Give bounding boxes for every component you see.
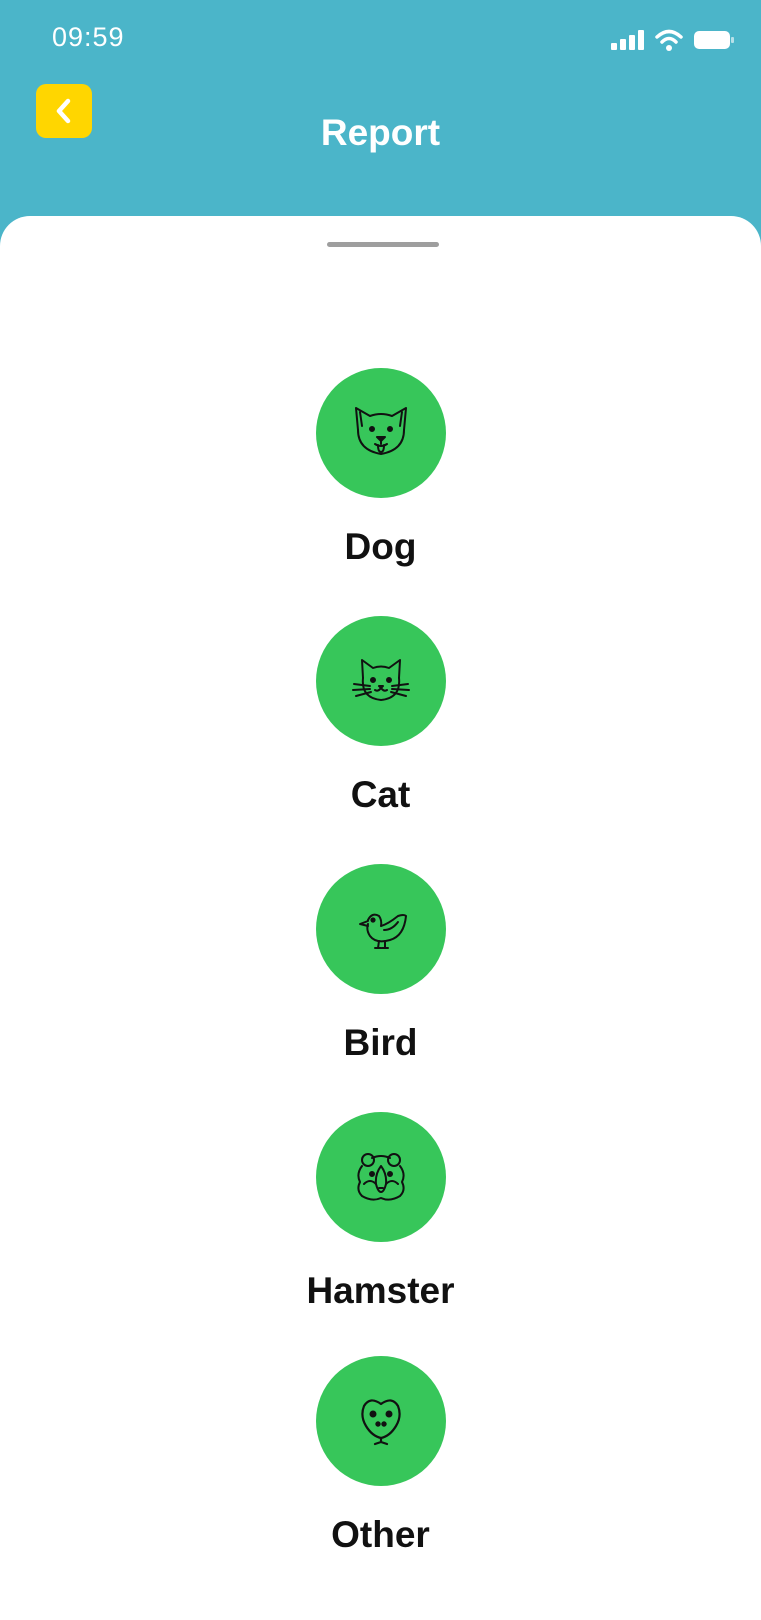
bottom-sheet: Dog Cat Bird Hamster Other (0, 216, 761, 1620)
pet-option-bird[interactable]: Bird (0, 864, 761, 1064)
pet-label: Hamster (306, 1270, 455, 1311)
battery-icon (694, 31, 734, 49)
pet-label: Dog (344, 526, 417, 567)
pet-option-other[interactable]: Other (0, 1356, 761, 1556)
pet-option-hamster[interactable]: Hamster (0, 1112, 761, 1312)
header: Report (0, 80, 761, 215)
pet-label: Cat (350, 774, 411, 815)
pet-circle (315, 616, 446, 746)
bird-icon (358, 913, 407, 949)
pet-circle (315, 1356, 446, 1486)
drag-handle[interactable] (327, 242, 439, 247)
cat-icon (351, 659, 410, 701)
cellular-signal-icon (611, 30, 644, 50)
pet-label: Other (331, 1514, 430, 1555)
pet-option-dog[interactable]: Dog (0, 368, 761, 568)
pet-circle (315, 368, 446, 498)
dog-icon (354, 407, 407, 455)
pet-option-cat[interactable]: Cat (0, 616, 761, 816)
other-animal-icon (360, 1399, 401, 1446)
pet-circle (315, 864, 446, 994)
page-title: Report (320, 112, 441, 153)
pet-circle (315, 1112, 446, 1242)
status-bar: 09:59 (0, 0, 761, 80)
wifi-icon (655, 29, 683, 51)
status-time: 09:59 (52, 22, 125, 52)
pet-label: Bird (343, 1022, 418, 1063)
status-icons (611, 28, 735, 52)
hamster-icon (356, 1153, 405, 1201)
